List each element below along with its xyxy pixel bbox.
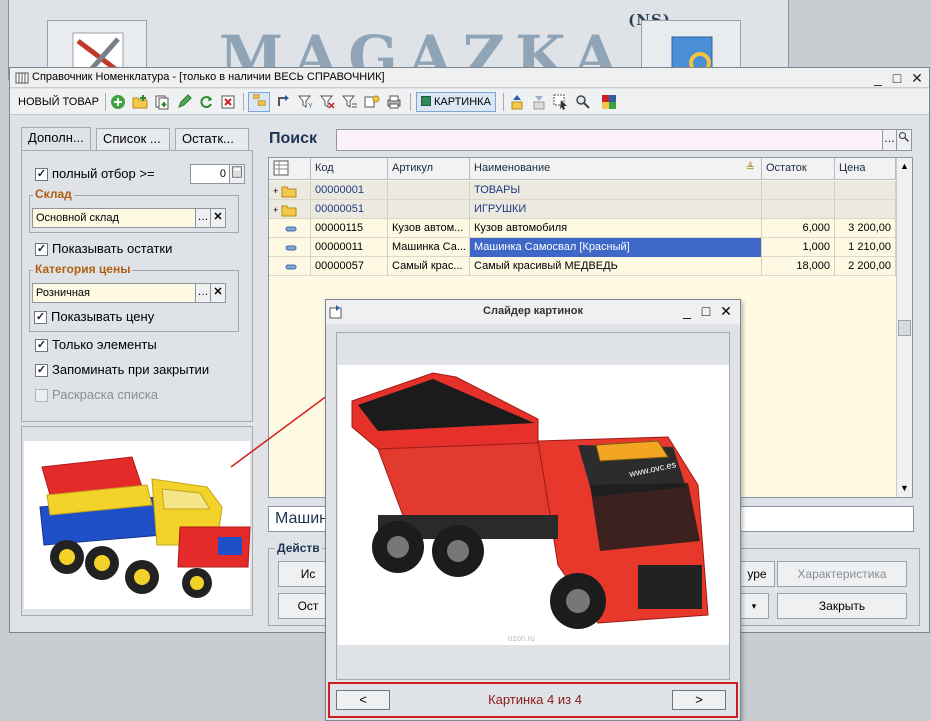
slider-maximize-button[interactable]: □ <box>698 303 714 319</box>
picture-slider-dialog: Слайдер картинок _ □ ✕ www.ovc.es ozon.r… <box>325 299 741 721</box>
slider-image: www.ovc.es ozon.ru <box>338 365 729 645</box>
slider-navigation: < Картинка 4 из 4 > <box>328 682 738 718</box>
tab-additional[interactable]: Дополн... <box>21 127 91 150</box>
slider-titlebar[interactable]: Слайдер картинок _ □ ✕ <box>326 300 740 324</box>
slider-title: Слайдер картинок <box>483 305 583 317</box>
slider-close-button[interactable]: ✕ <box>718 303 734 320</box>
picture-counter: Картинка 4 из 4 <box>488 692 582 707</box>
watermark: ozon.ru <box>508 634 535 643</box>
slider-minimize-button[interactable]: _ <box>679 303 695 319</box>
slider-image-frame: www.ovc.es ozon.ru <box>336 332 730 680</box>
red-dump-truck-image: www.ovc.es ozon.ru <box>338 365 729 645</box>
previous-picture-button[interactable]: < <box>336 690 390 710</box>
next-picture-button[interactable]: > <box>672 690 726 710</box>
